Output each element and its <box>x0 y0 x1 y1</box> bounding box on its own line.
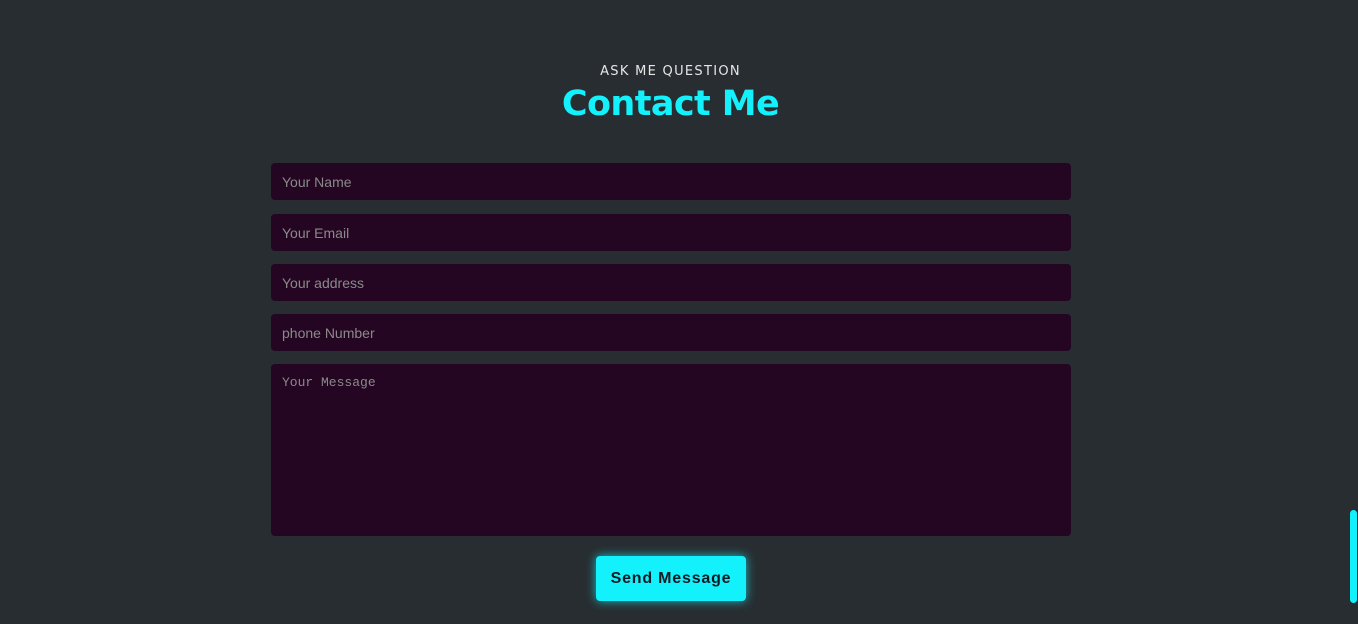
page-title: Contact Me <box>561 84 780 124</box>
address-field[interactable] <box>271 264 1071 301</box>
name-field[interactable] <box>271 163 1071 200</box>
send-message-button[interactable]: Send Message <box>596 556 746 601</box>
message-field[interactable] <box>271 364 1071 536</box>
email-field[interactable] <box>271 214 1071 251</box>
phone-field[interactable] <box>271 314 1071 351</box>
section-eyebrow: ASK ME QUESTION <box>600 64 741 79</box>
scrollbar-thumb[interactable] <box>1350 510 1357 603</box>
contact-section: ASK ME QUESTION Contact Me Send Message <box>0 0 1358 624</box>
